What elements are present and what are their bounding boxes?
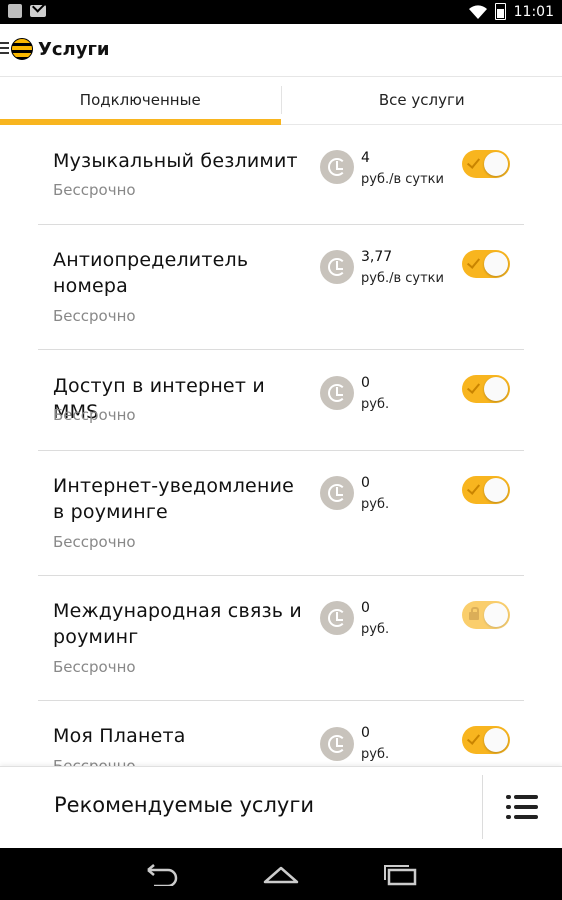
service-toggle[interactable]	[462, 726, 510, 754]
service-period: Бессрочно	[53, 307, 136, 325]
service-price-unit: руб.	[361, 747, 390, 762]
service-price: 4	[361, 150, 370, 166]
tab-all-services[interactable]: Все услуги	[282, 76, 562, 124]
clock-icon	[320, 727, 354, 761]
tab-connected[interactable]: Подключенные	[0, 76, 281, 125]
clock-icon	[320, 376, 354, 410]
clock-icon	[320, 150, 354, 184]
service-price-unit: руб./в сутки	[361, 172, 444, 187]
service-price: 3,77	[361, 249, 393, 265]
service-name: Антиопределитель номера	[53, 249, 249, 297]
service-price-unit: руб./в сутки	[361, 271, 444, 286]
status-bar: 11:01	[0, 0, 562, 24]
battery-icon	[494, 3, 506, 20]
service-name: Интернет-уведомление в роуминге	[53, 475, 295, 523]
lock-icon	[469, 607, 479, 620]
service-toggle[interactable]	[462, 250, 510, 278]
mail-icon	[30, 5, 46, 17]
check-icon	[466, 481, 481, 495]
service-row[interactable]: Музыкальный безлимит Бессрочно 4 руб./в …	[38, 124, 524, 225]
service-row[interactable]: Международная связь и роуминг Бессрочно …	[38, 576, 524, 701]
recent-apps-icon[interactable]	[383, 862, 419, 886]
menu-icon[interactable]	[0, 42, 9, 56]
service-period: Бессрочно	[53, 658, 136, 676]
divider	[482, 775, 483, 839]
service-toggle[interactable]	[462, 375, 510, 403]
image-notification-icon	[8, 4, 22, 18]
wifi-icon	[468, 4, 487, 19]
service-price-unit: руб.	[361, 622, 390, 637]
status-time: 11:01	[513, 3, 554, 20]
clock-icon	[320, 250, 354, 284]
system-nav-bar	[0, 848, 562, 900]
service-price: 0	[361, 475, 370, 491]
service-period: Бессрочно	[53, 757, 136, 766]
back-icon[interactable]	[144, 862, 180, 886]
service-row[interactable]: Интернет-уведомление в роуминге Бессрочн…	[38, 451, 524, 576]
service-price: 0	[361, 725, 370, 741]
service-name: Музыкальный безлимит	[53, 150, 298, 172]
recommended-bar: Рекомендуемые услуги	[0, 766, 562, 849]
service-row[interactable]: Моя Планета Бессрочно 0 руб.	[38, 701, 524, 766]
service-toggle[interactable]	[462, 150, 510, 178]
clock-icon	[320, 601, 354, 635]
beeline-logo-icon[interactable]	[11, 38, 33, 60]
service-period: Бессрочно	[53, 406, 136, 424]
check-icon	[466, 731, 481, 745]
action-bar: Услуги	[0, 24, 562, 77]
service-price-unit: руб.	[361, 497, 390, 512]
service-period: Бессрочно	[53, 533, 136, 551]
service-price: 0	[361, 600, 370, 616]
check-icon	[466, 380, 481, 394]
check-icon	[466, 155, 481, 169]
list-icon[interactable]	[506, 795, 538, 819]
service-period: Бессрочно	[53, 181, 136, 199]
recommended-services-button[interactable]: Рекомендуемые услуги	[54, 793, 314, 817]
service-price: 0	[361, 375, 370, 391]
services-list: Музыкальный безлимит Бессрочно 4 руб./в …	[0, 124, 562, 766]
service-toggle[interactable]	[462, 476, 510, 504]
tab-bar: Подключенные Все услуги	[0, 76, 562, 125]
service-name: Моя Планета	[53, 725, 186, 747]
service-row[interactable]: Доступ в интернет и MMS Бессрочно 0 руб.	[38, 350, 524, 451]
service-price-unit: руб.	[361, 397, 390, 412]
service-row[interactable]: Антиопределитель номера Бессрочно 3,77 р…	[38, 225, 524, 350]
service-name: Международная связь и роуминг	[53, 600, 302, 648]
service-toggle-locked	[462, 601, 510, 629]
home-icon[interactable]	[263, 862, 299, 886]
page-title: Услуги	[38, 39, 110, 60]
check-icon	[466, 255, 481, 269]
clock-icon	[320, 476, 354, 510]
